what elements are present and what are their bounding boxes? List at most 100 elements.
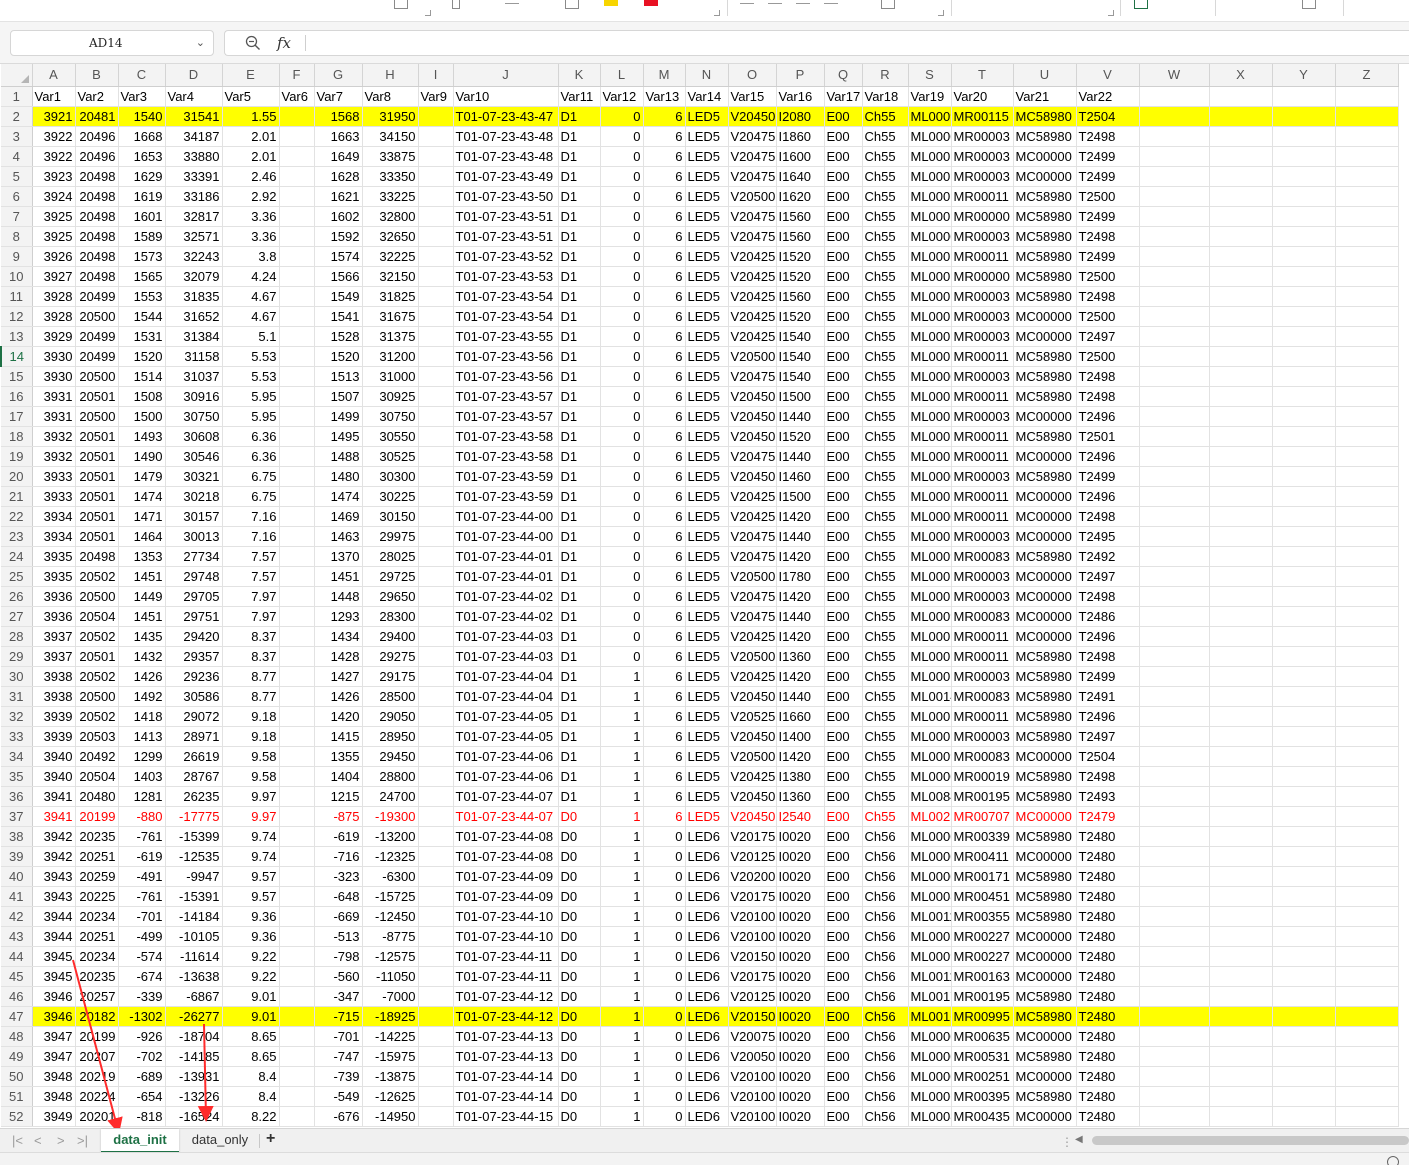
row-header[interactable]: 21 [1,486,33,507]
row-header[interactable]: 50 [1,1066,33,1087]
cell[interactable]: 29975 [362,526,419,547]
merge-cells-icon[interactable] [881,0,895,9]
cell[interactable]: -15725 [362,886,419,907]
cell[interactable]: 3948 [32,1086,76,1107]
cell[interactable]: 20492 [75,746,119,767]
cell[interactable]: 30586 [165,686,223,707]
cell[interactable] [1209,486,1273,507]
column-header[interactable]: W [1139,64,1210,87]
cell[interactable]: LED5 [685,726,729,747]
cell[interactable]: T2480 [1076,1046,1140,1067]
cell[interactable] [418,226,454,247]
cell[interactable] [279,1066,315,1087]
row-header[interactable]: 38 [1,826,33,847]
cell[interactable]: 1 [600,726,644,747]
cell[interactable]: -7000 [362,986,419,1007]
cell[interactable]: I1540 [776,346,825,367]
cell[interactable]: I1620 [776,186,825,207]
cell[interactable] [418,986,454,1007]
cell[interactable] [1335,406,1399,427]
column-header[interactable]: T [951,64,1014,87]
cell[interactable]: Ch56 [862,1106,909,1127]
cell[interactable]: 32650 [362,226,419,247]
cell[interactable]: E00 [824,986,863,1007]
cell[interactable]: 20500 [75,586,119,607]
cell[interactable]: E00 [824,386,863,407]
cell[interactable]: LED6 [685,986,729,1007]
cell[interactable]: T2499 [1076,466,1140,487]
cell[interactable]: 31000 [362,366,419,387]
cell[interactable] [418,126,454,147]
cell[interactable]: V20175 [728,966,777,987]
cell[interactable]: MC58980 [1013,1086,1077,1107]
cell[interactable]: Var11 [558,86,601,107]
justify-icon[interactable] [824,0,838,4]
cell[interactable]: 6 [643,606,686,627]
cell[interactable]: Var21 [1013,86,1077,107]
cell[interactable] [1209,1046,1273,1067]
cell[interactable]: -491 [118,866,166,887]
row-header[interactable]: 35 [1,766,33,787]
cell[interactable]: -676 [314,1106,363,1127]
cell[interactable]: -17775 [165,806,223,827]
cell[interactable]: 0 [643,826,686,847]
cell[interactable]: MR00003 [951,406,1014,427]
cell[interactable] [279,1086,315,1107]
cell[interactable] [279,186,315,207]
cell[interactable]: I1420 [776,746,825,767]
cell[interactable]: Ch55 [862,406,909,427]
cell[interactable] [1139,446,1210,467]
cell[interactable]: MC58980 [1013,426,1077,447]
cell[interactable] [1272,1086,1336,1107]
cell[interactable]: V20450 [728,426,777,447]
cell[interactable]: E00 [824,126,863,147]
cell[interactable]: 1428 [314,646,363,667]
cell[interactable]: E00 [824,746,863,767]
cell[interactable] [1209,446,1273,467]
cell[interactable]: 32225 [362,246,419,267]
cell[interactable]: MR00083 [951,686,1014,707]
cell[interactable]: 26235 [165,786,223,807]
cell[interactable]: V20475 [728,606,777,627]
cell[interactable]: E00 [824,566,863,587]
cell[interactable]: 20502 [75,706,119,727]
cell[interactable]: V20450 [728,726,777,747]
cell[interactable] [1139,626,1210,647]
cell[interactable]: LED5 [685,326,729,347]
cell[interactable]: 32800 [362,206,419,227]
row-header[interactable]: 16 [1,386,33,407]
cell[interactable]: 6.75 [222,466,280,487]
cell[interactable]: 28971 [165,726,223,747]
cell[interactable]: 7.97 [222,586,280,607]
cell[interactable] [1209,566,1273,587]
cell[interactable]: T01-07-23-44-13 [453,1046,559,1067]
cell[interactable]: -715 [314,1006,363,1027]
cell[interactable]: 20480 [75,786,119,807]
cell[interactable]: E00 [824,526,863,547]
cell[interactable]: Ch55 [862,766,909,787]
cell[interactable]: Ch56 [862,866,909,887]
cell[interactable]: 6 [643,426,686,447]
cell[interactable]: 3930 [32,366,76,387]
cell[interactable] [1139,646,1210,667]
cell[interactable]: T01-07-23-44-05 [453,726,559,747]
cell[interactable]: 30916 [165,386,223,407]
align-right-icon[interactable] [796,0,810,4]
cell[interactable] [1139,186,1210,207]
cell[interactable]: E00 [824,326,863,347]
cell[interactable]: MC58980 [1013,466,1077,487]
cell[interactable]: Var1 [32,86,76,107]
cell[interactable]: I0020 [776,826,825,847]
cell[interactable]: LED6 [685,1006,729,1027]
cell[interactable] [1209,746,1273,767]
cell[interactable]: 7.97 [222,606,280,627]
cell[interactable]: 1507 [314,386,363,407]
cell[interactable] [1139,466,1210,487]
cell[interactable]: 31200 [362,346,419,367]
cell[interactable]: -12575 [362,946,419,967]
cell[interactable]: T01-07-23-43-47 [453,106,559,127]
cell[interactable]: LED6 [685,926,729,947]
column-header[interactable]: N [685,64,729,87]
cell[interactable] [1209,326,1273,347]
cell[interactable]: 1528 [314,326,363,347]
